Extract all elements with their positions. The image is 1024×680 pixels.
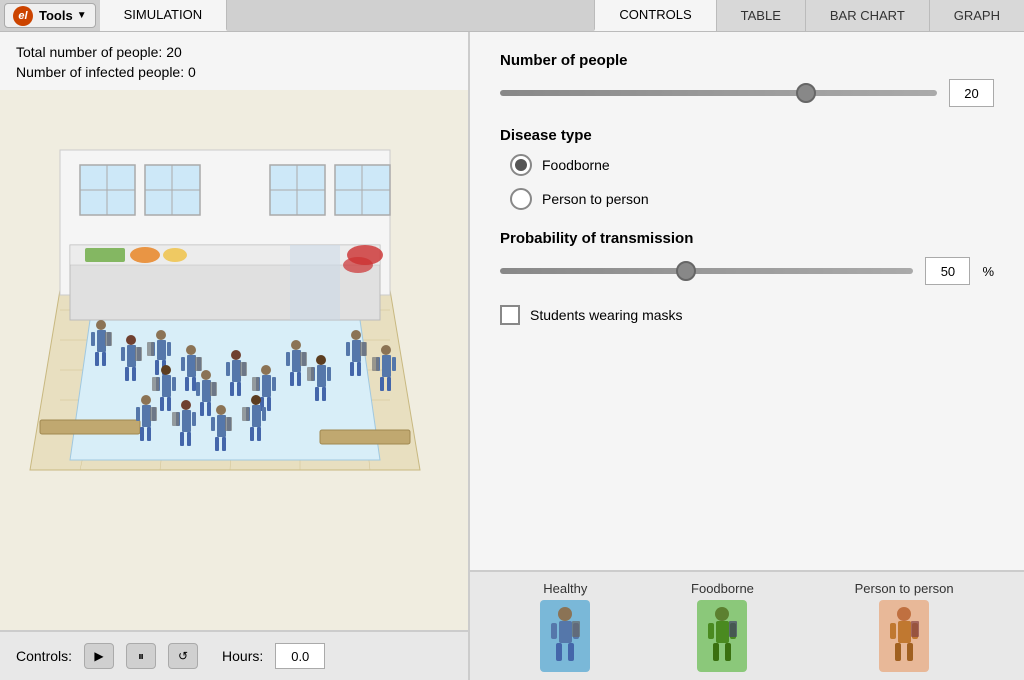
controls-content: Number of people 20 Disease type F <box>470 32 1024 570</box>
simulation-controls-bar: Controls: ▶ ⏸ ↺ Hours: <box>0 630 468 680</box>
legend-foodborne-label: Foodborne <box>691 581 754 596</box>
probability-slider-row: 50 % <box>500 257 994 285</box>
probability-slider-track[interactable] <box>500 268 913 274</box>
legend-healthy-figure <box>540 600 590 672</box>
masks-checkbox-row[interactable]: Students wearing masks <box>500 305 994 325</box>
simulation-canvas <box>0 90 468 630</box>
right-panel: Number of people 20 Disease type F <box>470 32 1024 680</box>
tab-bar-chart[interactable]: BAR CHART <box>805 0 929 31</box>
tab-simulation[interactable]: SIMULATION <box>100 0 228 31</box>
tool-logo: el <box>13 6 33 26</box>
cafeteria-scene <box>0 90 450 520</box>
people-slider-thumb[interactable] <box>796 83 816 103</box>
masks-checkbox-label: Students wearing masks <box>530 307 683 323</box>
pause-button[interactable]: ⏸ <box>126 643 156 669</box>
simulation-panel: Total number of people: 20 Number of inf… <box>0 32 470 680</box>
infected-people-stat: Number of infected people: 0 <box>16 64 452 80</box>
legend-foodborne: Foodborne <box>691 581 754 672</box>
disease-type-radio-group: Foodborne Person to person <box>510 154 994 210</box>
masks-section: Students wearing masks <box>500 305 994 325</box>
probability-percent-label: % <box>982 264 994 279</box>
masks-checkbox[interactable] <box>500 305 520 325</box>
probability-section: Probability of transmission 50 % <box>500 230 994 285</box>
hours-input[interactable] <box>275 643 325 669</box>
tools-label: Tools <box>39 8 73 23</box>
disease-type-label: Disease type <box>500 127 994 144</box>
tab-table[interactable]: TABLE <box>716 0 805 31</box>
legend-foodborne-figure <box>697 600 747 672</box>
play-button[interactable]: ▶ <box>84 643 114 669</box>
pause-icon: ⏸ <box>138 649 144 664</box>
chevron-down-icon: ▼ <box>77 10 87 21</box>
legend-healthy-label: Healthy <box>543 581 587 596</box>
people-slider-track[interactable] <box>500 90 937 96</box>
reset-icon: ↺ <box>178 649 188 663</box>
tab-graph[interactable]: GRAPH <box>929 0 1024 31</box>
legend-p2p-figure <box>879 600 929 672</box>
foodborne-radio-item[interactable]: Foodborne <box>510 154 994 176</box>
probability-slider-thumb[interactable] <box>676 261 696 281</box>
tools-button[interactable]: el Tools ▼ <box>4 3 96 28</box>
person-to-person-radio-button[interactable] <box>510 188 532 210</box>
people-slider-row: 20 <box>500 79 994 107</box>
legend-bar: Healthy Foodborne <box>470 570 1024 680</box>
sim-stats: Total number of people: 20 Number of inf… <box>0 32 468 90</box>
main-content: Total number of people: 20 Number of inf… <box>0 32 1024 680</box>
top-bar: el Tools ▼ SIMULATION CONTROLS TABLE BAR… <box>0 0 1024 32</box>
disease-type-section: Disease type Foodborne Person to person <box>500 127 994 210</box>
probability-label: Probability of transmission <box>500 230 994 247</box>
p2p-person-icon <box>885 606 923 666</box>
reset-button[interactable]: ↺ <box>168 643 198 669</box>
foodborne-radio-selected <box>515 159 527 171</box>
foodborne-person-icon <box>703 606 741 666</box>
legend-healthy: Healthy <box>540 581 590 672</box>
people-value-box[interactable]: 20 <box>949 79 994 107</box>
healthy-person-icon <box>546 606 584 666</box>
foodborne-radio-button[interactable] <box>510 154 532 176</box>
person-to-person-radio-label: Person to person <box>542 191 649 207</box>
number-of-people-label: Number of people <box>500 52 994 69</box>
person-to-person-radio-item[interactable]: Person to person <box>510 188 994 210</box>
total-people-stat: Total number of people: 20 <box>16 44 452 60</box>
play-icon: ▶ <box>94 649 103 663</box>
legend-person-to-person: Person to person <box>855 581 954 672</box>
foodborne-radio-label: Foodborne <box>542 157 610 173</box>
probability-value-box[interactable]: 50 <box>925 257 970 285</box>
right-tabs: CONTROLS TABLE BAR CHART GRAPH <box>594 0 1024 31</box>
hours-text-label: Hours: <box>222 648 263 664</box>
tab-controls[interactable]: CONTROLS <box>594 0 715 31</box>
legend-p2p-label: Person to person <box>855 581 954 596</box>
number-of-people-section: Number of people 20 <box>500 52 994 107</box>
controls-text-label: Controls: <box>16 648 72 664</box>
